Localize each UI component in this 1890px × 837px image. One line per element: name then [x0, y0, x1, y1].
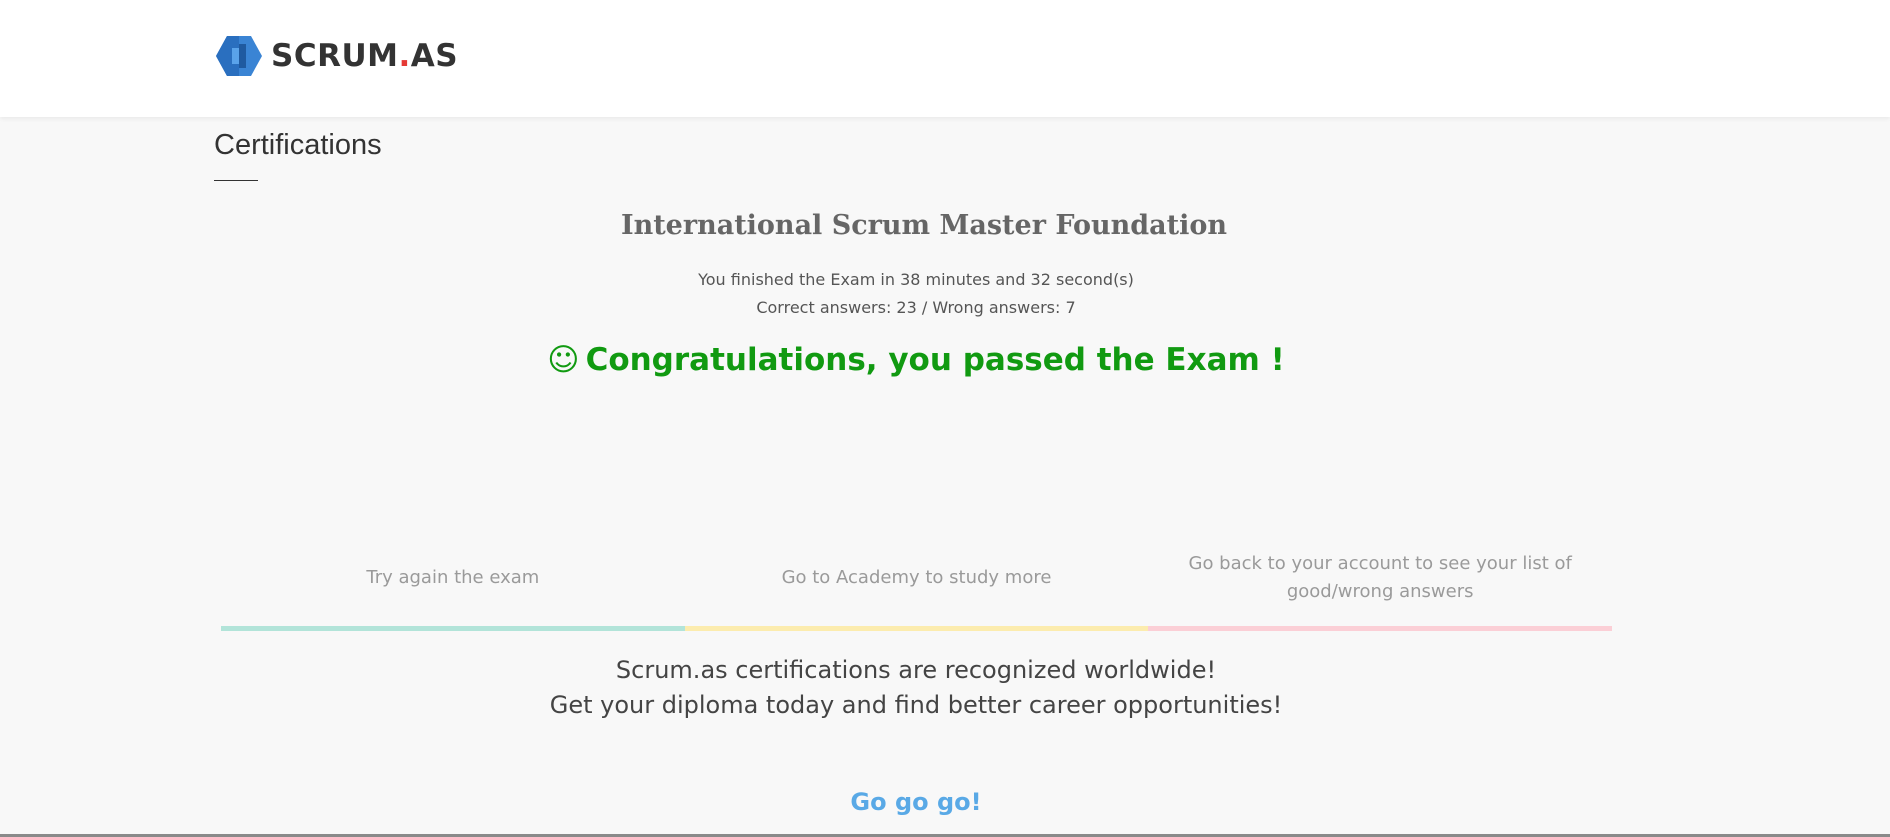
exam-name: International Scrum Master Foundation	[620, 210, 1228, 241]
exam-score-text: Correct answers: 23 / Wrong answers: 7	[756, 298, 1076, 317]
promo-line-2: Get your diploma today and find better c…	[549, 691, 1283, 719]
pass-message-text: Congratulations, you passed the Exam !	[585, 342, 1285, 378]
try-again-option[interactable]: Try again the exam	[221, 540, 685, 631]
smiley-icon: ☺	[547, 342, 580, 378]
try-again-bar	[221, 626, 685, 631]
site-header: SCRUM.AS	[0, 0, 1890, 117]
exam-duration-text: You finished the Exam in 38 minutes and …	[698, 270, 1134, 289]
logo-hexagon-icon	[216, 36, 262, 76]
try-again-label: Try again the exam	[366, 566, 540, 588]
next-steps-options: Try again the exam Go to Academy to stud…	[221, 540, 1613, 631]
account-answers-label: Go back to your account to see your list…	[1188, 552, 1572, 602]
pass-message: ☺ Congratulations, you passed the Exam !	[0, 342, 1832, 378]
logo-text: SCRUM.AS	[271, 38, 459, 74]
promo-line-1: Scrum.as certifications are recognized w…	[615, 656, 1217, 684]
account-answers-bar	[1148, 626, 1613, 631]
site-logo[interactable]: SCRUM.AS	[215, 34, 458, 78]
page-title: Certifications	[214, 129, 382, 161]
academy-option[interactable]: Go to Academy to study more	[684, 540, 1149, 631]
academy-label: Go to Academy to study more	[781, 566, 1052, 588]
go-go-go-link[interactable]: Go go go!	[0, 788, 1832, 816]
title-underline	[214, 180, 258, 181]
account-answers-option[interactable]: Go back to your account to see your list…	[1148, 540, 1613, 631]
academy-bar	[684, 626, 1149, 631]
